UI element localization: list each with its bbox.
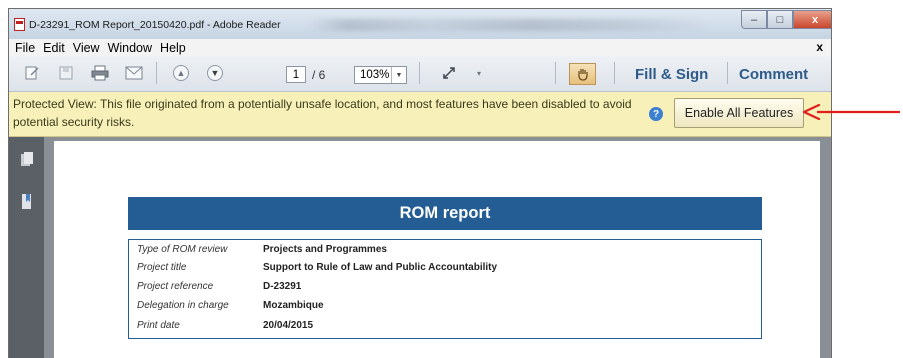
title-bar[interactable]: D-23291_ROM Report_20150420.pdf - Adobe … [9, 9, 831, 39]
toolbar-separator [419, 62, 420, 84]
page-thumbnails-icon[interactable] [20, 151, 34, 169]
toolbar-separator [156, 62, 157, 84]
pdf-page: ROM report Type of ROM review Projects a… [54, 141, 820, 358]
row-label: Type of ROM review [137, 243, 228, 255]
row-value: 20/04/2015 [263, 319, 314, 331]
blurred-tabs [309, 19, 709, 31]
menu-view[interactable]: View [73, 41, 100, 55]
comment-button[interactable]: Comment [739, 66, 808, 83]
row-label: Delegation in charge [137, 299, 229, 311]
fullscreen-icon[interactable] [439, 64, 459, 82]
red-arrow-annotation [803, 104, 900, 120]
zoom-value: 103% [360, 69, 390, 81]
navigation-pane [9, 137, 44, 358]
hand-tool-button[interactable] [569, 63, 596, 85]
toolbar-separator [555, 62, 556, 84]
menu-window[interactable]: Window [108, 41, 152, 55]
document-viewer[interactable]: ROM report Type of ROM review Projects a… [44, 137, 831, 358]
row-label: Print date [137, 319, 180, 331]
pdf-app-icon [14, 18, 25, 31]
save-icon[interactable] [56, 64, 76, 82]
document-close-button[interactable]: x [816, 40, 823, 54]
row-value: Projects and Programmes [263, 243, 387, 255]
chevron-down-icon[interactable]: ▼ [391, 67, 406, 83]
next-page-icon[interactable]: ▼ [205, 64, 225, 82]
report-title-banner: ROM report [128, 197, 762, 230]
zoom-select[interactable]: 103% ▼ [354, 66, 407, 84]
menu-file[interactable]: File [15, 41, 35, 55]
close-button[interactable]: x [793, 10, 831, 29]
menu-edit[interactable]: Edit [43, 41, 65, 55]
toolbar: ▲ ▼ / 6 103% ▼ ▾ Fill & Sign Comment [9, 56, 831, 92]
row-value: D-23291 [263, 280, 302, 292]
enable-all-features-button[interactable]: Enable All Features [674, 98, 804, 128]
help-icon[interactable]: ? [649, 107, 663, 121]
row-value: Support to Rule of Law and Public Accoun… [263, 261, 498, 273]
more-tools-icon[interactable]: ▾ [469, 64, 489, 82]
protected-view-message: Protected View: This file originated fro… [13, 97, 632, 129]
minimize-button[interactable]: – [741, 10, 767, 29]
prev-page-icon[interactable]: ▲ [171, 64, 191, 82]
email-icon[interactable] [124, 64, 144, 82]
print-icon[interactable] [90, 64, 110, 82]
row-label: Project title [137, 261, 187, 273]
menu-bar: File Edit View Window Help x [9, 39, 831, 56]
create-icon[interactable] [22, 64, 42, 82]
menu-help[interactable]: Help [160, 41, 186, 55]
row-label: Project reference [137, 280, 214, 292]
bookmarks-icon[interactable] [20, 193, 34, 211]
row-value: Mozambique [263, 299, 324, 311]
fill-sign-button[interactable]: Fill & Sign [635, 66, 708, 83]
report-info-table: Type of ROM review Projects and Programm… [128, 239, 762, 339]
maximize-button[interactable]: □ [767, 10, 793, 29]
page-total: / 6 [312, 68, 326, 82]
toolbar-separator [614, 62, 615, 84]
hand-tool-icon [577, 69, 588, 81]
window-title: D-23291_ROM Report_20150420.pdf - Adobe … [29, 19, 281, 31]
adobe-reader-window: D-23291_ROM Report_20150420.pdf - Adobe … [8, 8, 832, 358]
window-controls: – □ x [741, 10, 831, 31]
toolbar-separator [727, 62, 728, 84]
page-number-input[interactable] [286, 66, 306, 83]
protected-view-bar: Protected View: This file originated fro… [9, 92, 831, 137]
